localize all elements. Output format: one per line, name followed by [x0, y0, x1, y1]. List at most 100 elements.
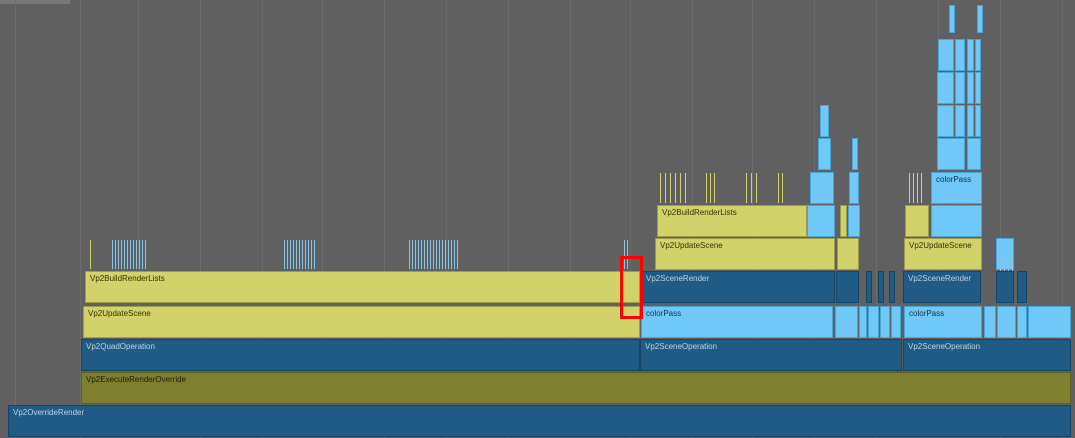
- event-tick: [660, 173, 661, 203]
- event-block[interactable]: [938, 39, 954, 71]
- event-tick: [290, 240, 291, 269]
- event-tick: [415, 240, 416, 269]
- event-tick: [136, 240, 137, 269]
- event-color-pass-fragment[interactable]: [835, 306, 858, 338]
- event-color-pass-fragment[interactable]: [984, 306, 996, 338]
- event-block[interactable]: [967, 105, 974, 137]
- event-tick: [454, 240, 455, 269]
- event-scene-render-fragment[interactable]: [878, 271, 884, 303]
- event-update-scene-fragment[interactable]: [837, 238, 859, 270]
- event-tick: [448, 240, 449, 269]
- event-tick: [675, 173, 676, 203]
- event-block[interactable]: [967, 39, 974, 71]
- highlight-box: [620, 256, 643, 319]
- event-scene-render-fragment[interactable]: [1017, 271, 1027, 303]
- event-block[interactable]: [807, 205, 835, 237]
- event-scene-render-fragment[interactable]: [889, 271, 895, 303]
- event-tick: [680, 173, 681, 203]
- event-vp2-scene-render-1[interactable]: Vp2SceneRender: [641, 271, 835, 303]
- event-vp2-update-scene-1[interactable]: Vp2UpdateScene: [655, 238, 835, 270]
- event-color-pass-fragment[interactable]: [868, 306, 879, 338]
- event-label: Vp2UpdateScene: [88, 309, 151, 318]
- event-label: Vp2SceneRender: [908, 274, 972, 283]
- event-block[interactable]: [977, 5, 983, 33]
- event-block[interactable]: [810, 172, 834, 204]
- event-tick: [314, 240, 315, 269]
- event-tick: [412, 240, 413, 269]
- event-color-pass-fragment[interactable]: [1017, 306, 1027, 338]
- event-block[interactable]: [937, 105, 954, 137]
- event-block[interactable]: [967, 72, 974, 104]
- event-block[interactable]: [975, 39, 981, 71]
- event-block[interactable]: [820, 105, 829, 137]
- event-tick: [746, 173, 747, 203]
- timeline-viewport[interactable]: Vp2OverrideRender Vp2ExecuteRenderOverri…: [0, 0, 1075, 438]
- event-tick: [308, 240, 309, 269]
- event-tick: [130, 240, 131, 269]
- event-color-pass-fragment[interactable]: [1028, 306, 1071, 338]
- event-label: Vp2UpdateScene: [660, 241, 723, 250]
- event-color-pass-3[interactable]: colorPass: [931, 172, 982, 204]
- event-label: Vp2SceneOperation: [645, 342, 718, 351]
- event-color-pass-fragment[interactable]: [880, 306, 890, 338]
- event-block[interactable]: [848, 205, 860, 237]
- event-tick: [409, 240, 410, 269]
- event-vp2-build-render-lists-left[interactable]: Vp2BuildRenderLists: [85, 271, 640, 303]
- event-color-pass-1[interactable]: colorPass: [641, 306, 833, 338]
- event-color-pass-fragment[interactable]: [859, 306, 867, 338]
- event-tick: [145, 240, 146, 269]
- event-tick: [778, 173, 779, 203]
- event-label: Vp2UpdateScene: [909, 241, 972, 250]
- event-tick: [714, 173, 715, 203]
- event-block[interactable]: [937, 72, 954, 104]
- event-tick: [90, 240, 91, 269]
- event-block[interactable]: [849, 172, 859, 204]
- event-color-pass-fragment[interactable]: [997, 306, 1016, 338]
- event-tick: [299, 240, 300, 269]
- event-block[interactable]: [955, 105, 965, 137]
- event-vp2-update-scene-2[interactable]: Vp2UpdateScene: [904, 238, 982, 270]
- event-tick: [670, 173, 671, 203]
- event-tick: [121, 240, 122, 269]
- event-tick: [457, 240, 458, 269]
- event-scene-render-fragment[interactable]: [866, 271, 872, 303]
- event-color-pass-fragment[interactable]: [891, 306, 901, 338]
- event-scene-render-fragment[interactable]: [836, 271, 859, 303]
- event-block[interactable]: [852, 138, 858, 170]
- event-block[interactable]: [840, 205, 847, 237]
- event-color-pass-2[interactable]: colorPass: [904, 306, 982, 338]
- event-vp2-scene-operation-1[interactable]: Vp2SceneOperation: [640, 339, 902, 371]
- event-label: colorPass: [909, 309, 945, 318]
- event-vp2-scene-operation-2[interactable]: Vp2SceneOperation: [903, 339, 1071, 371]
- event-tick: [706, 173, 707, 203]
- event-block[interactable]: [975, 72, 981, 104]
- event-label: colorPass: [646, 309, 682, 318]
- event-tick: [284, 240, 285, 269]
- event-tick: [311, 240, 312, 269]
- event-block[interactable]: [937, 138, 965, 170]
- event-tick: [133, 240, 134, 269]
- event-label: Vp2QuadOperation: [86, 342, 155, 351]
- event-vp2-execute-render-override[interactable]: Vp2ExecuteRenderOverride: [81, 372, 1071, 404]
- event-block[interactable]: [975, 105, 981, 137]
- event-vp2-build-render-lists-right[interactable]: Vp2BuildRenderLists: [657, 205, 807, 237]
- event-tick: [421, 240, 422, 269]
- event-block[interactable]: [931, 205, 982, 237]
- event-vp2-quad-operation[interactable]: Vp2QuadOperation: [81, 339, 640, 371]
- event-tick: [921, 173, 922, 203]
- event-label: colorPass: [936, 175, 972, 184]
- event-block[interactable]: [905, 205, 929, 237]
- event-block[interactable]: [818, 138, 831, 170]
- event-tick: [124, 240, 125, 269]
- event-block[interactable]: [955, 39, 965, 71]
- event-scene-render-fragment[interactable]: [996, 271, 1014, 303]
- event-block[interactable]: [949, 5, 955, 33]
- event-vp2-scene-render-2[interactable]: Vp2SceneRender: [903, 271, 981, 303]
- event-tick: [302, 240, 303, 269]
- event-tick: [287, 240, 288, 269]
- event-vp2-override-render[interactable]: Vp2OverrideRender: [8, 405, 1071, 437]
- event-block[interactable]: [967, 138, 981, 170]
- event-block[interactable]: [955, 72, 965, 104]
- event-vp2-update-scene-left[interactable]: Vp2UpdateScene: [83, 306, 640, 338]
- timeline-top-marker: [0, 0, 70, 4]
